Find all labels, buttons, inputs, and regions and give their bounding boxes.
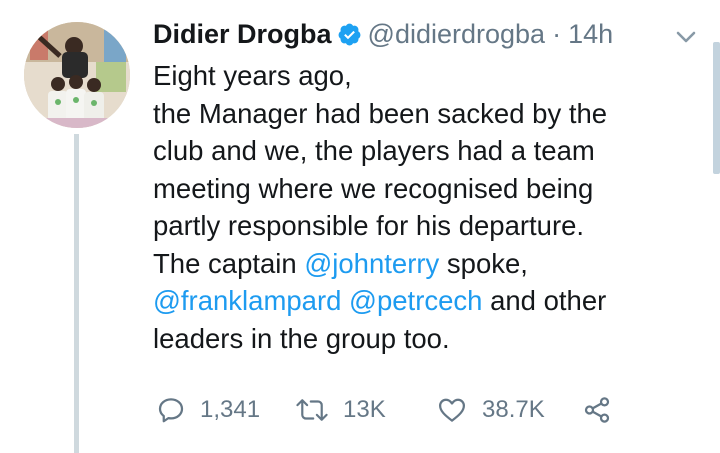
tweet-text: Eight years ago, the Manager had been sac… (153, 57, 693, 357)
tweet-text-segment: club and we, the players had a team (153, 135, 595, 166)
heart-icon (436, 395, 468, 425)
tweet-text-line: club and we, the players had a team (153, 132, 693, 170)
tweet-text-segment: leaders in the group too. (153, 322, 450, 354)
separator-dot: · (552, 19, 562, 49)
share-icon (582, 395, 612, 425)
retweet-button[interactable]: 13K (295, 395, 436, 425)
like-button[interactable]: 38.7K (436, 395, 582, 425)
tweet-text-line: meeting where we recognised being (153, 170, 693, 208)
tweet-text-segment: and other (482, 285, 607, 316)
scrollbar[interactable] (713, 42, 720, 174)
tweet-text-line: @franklampard @petrcech and other (153, 282, 693, 320)
avatar-photo (24, 22, 130, 128)
chevron-down-icon[interactable] (672, 28, 700, 46)
retweet-icon (295, 395, 329, 425)
tweet-text-line: Eight years ago, (153, 57, 693, 95)
avatar[interactable] (24, 22, 130, 128)
tweet-text-line: the Manager had been sacked by the (153, 95, 693, 133)
thread-line (74, 134, 79, 453)
author-name[interactable]: Didier Drogba (153, 14, 332, 54)
reply-count: 1,341 (200, 396, 261, 423)
tweet-timestamp[interactable]: 14h (568, 14, 613, 54)
author-handle[interactable]: @didierdrogba (368, 14, 546, 54)
reply-icon (156, 395, 186, 425)
tweet-text-segment: the Manager had been sacked by the (153, 97, 608, 129)
like-count: 38.7K (482, 396, 545, 423)
tweet-text-line: partly responsible for his departure. (153, 207, 693, 245)
tweet-text-line: The captain @johnterry spoke, (153, 245, 693, 283)
tweet-text-segment: spoke, (439, 247, 528, 279)
share-button[interactable] (582, 395, 612, 425)
tweet-text-segment (341, 285, 349, 316)
retweet-count: 13K (343, 396, 386, 423)
tweet-text-segment: partly responsible for his departure. (153, 210, 585, 241)
mention-link[interactable]: @petrcech (349, 285, 482, 316)
mention-link[interactable]: @johnterry (304, 248, 439, 279)
tweet-text-segment: The captain (153, 247, 305, 279)
mention-link[interactable]: @franklampard (153, 285, 341, 316)
verified-badge-icon (337, 22, 362, 47)
tweet-text-segment: meeting where we recognised being (153, 172, 594, 204)
tweet-text-segment: Eight years ago, (153, 60, 352, 91)
tweet-header: Didier Drogba @didierdrogba · 14h (153, 14, 613, 54)
tweet-text-line: leaders in the group too. (153, 320, 693, 358)
tweet-actions: 1,341 13K 38.7K (156, 392, 612, 428)
reply-button[interactable]: 1,341 (156, 395, 295, 425)
